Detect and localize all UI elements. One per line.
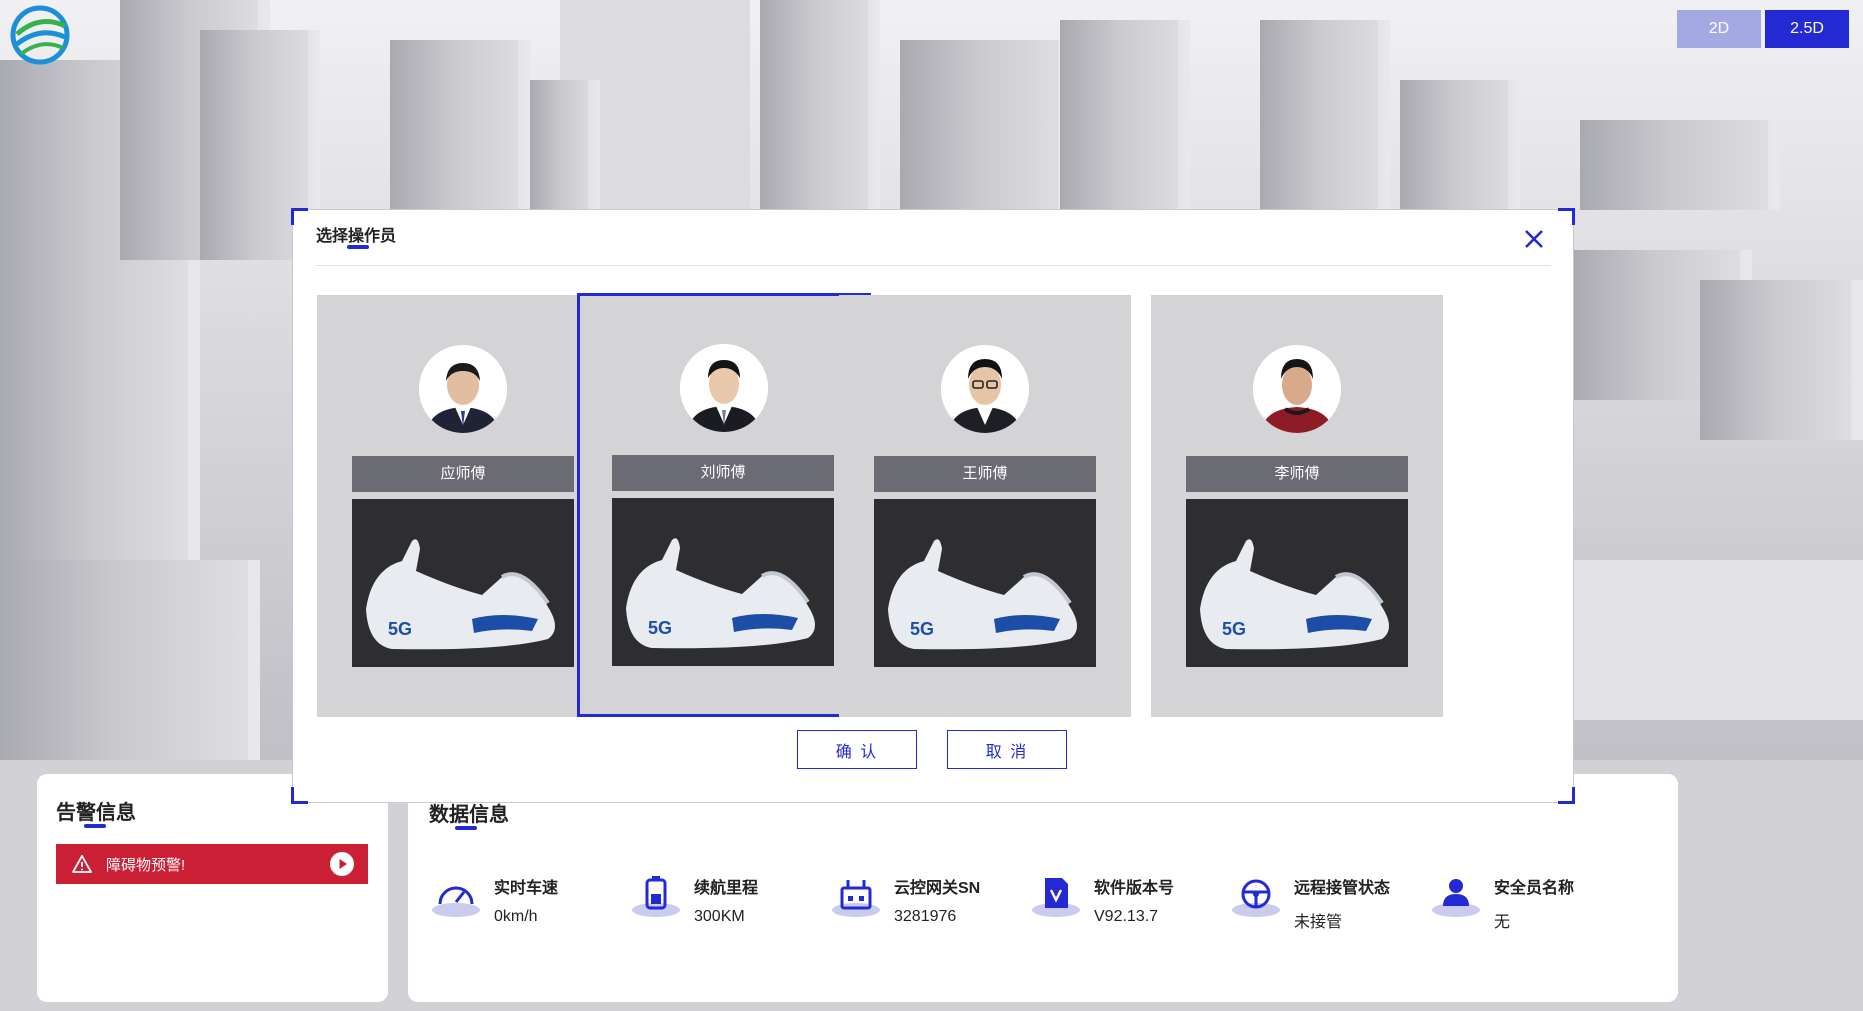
gateway-icon xyxy=(832,880,880,917)
metric-label: 安全员名称 xyxy=(1494,880,1575,897)
close-icon[interactable] xyxy=(1521,226,1547,252)
avatar-portrait-icon xyxy=(680,344,768,432)
metric-value: 未接管 xyxy=(1294,914,1343,931)
speedometer-icon xyxy=(432,886,480,917)
cockpit-seat-icon: 5G xyxy=(612,498,834,666)
title-underline xyxy=(455,826,477,830)
select-operator-dialog: 选择操作员 应师傅 5G 刘师傅 5G 王师傅 5G 李师傅 5G 确 认 取 … xyxy=(291,208,1575,804)
operator-name: 李师傅 xyxy=(1186,456,1408,492)
cockpit-seat-icon: 5G xyxy=(1186,499,1408,667)
metric-label: 远程接管状态 xyxy=(1294,880,1391,897)
metrics-row: 实时车速 0km/h 续航里程 300KM 云控网关SN 3281976 软件版… xyxy=(430,872,1630,932)
metric-value: 300KM xyxy=(694,908,745,925)
metric-label: 实时车速 xyxy=(494,880,559,897)
view-2d-button[interactable]: 2D xyxy=(1677,10,1761,48)
operator-card-selected[interactable]: 刘师傅 5G xyxy=(577,293,871,717)
metric-takeover-status: 远程接管状态 未接管 xyxy=(1230,872,1430,932)
view-toggle: 2D 2.5D xyxy=(1677,10,1849,48)
avatar-portrait-icon xyxy=(419,345,507,433)
metric-gateway: 云控网关SN 3281976 xyxy=(830,872,1030,932)
5g-mark: 5G xyxy=(648,618,672,638)
metric-value: 3281976 xyxy=(894,908,957,925)
cockpit-image: 5G xyxy=(612,498,834,666)
alarm-item-text: 障碍物预警! xyxy=(106,856,186,874)
metric-value: 无 xyxy=(1494,914,1511,931)
metric-value: 0km/h xyxy=(494,908,538,925)
safety-officer-icon xyxy=(1432,879,1480,917)
metric-range: 续航里程 300KM xyxy=(630,872,830,932)
avatar-portrait-icon xyxy=(1253,345,1341,433)
avatar xyxy=(941,345,1029,433)
alarm-panel: 告警信息 障碍物预警! xyxy=(37,774,388,1002)
metric-label: 续航里程 xyxy=(694,880,759,897)
battery-icon xyxy=(632,876,680,917)
operator-card[interactable]: 李师傅 5G xyxy=(1151,295,1443,717)
corner-decoration xyxy=(1558,787,1575,804)
metric-label: 云控网关SN xyxy=(894,880,981,897)
operator-name: 刘师傅 xyxy=(612,455,834,491)
avatar-portrait-icon xyxy=(941,345,1029,433)
metric-safety-officer: 安全员名称 无 xyxy=(1430,872,1630,932)
5g-mark: 5G xyxy=(1222,619,1246,639)
confirm-button[interactable]: 确 认 xyxy=(797,730,917,769)
steering-wheel-icon xyxy=(1232,879,1280,917)
5g-mark: 5G xyxy=(910,619,934,639)
china-mobile-logo xyxy=(10,5,70,65)
metric-value: V92.13.7 xyxy=(1094,908,1159,925)
dialog-title: 选择操作员 xyxy=(316,228,397,245)
alarm-panel-title: 告警信息 xyxy=(56,802,136,824)
corner-decoration xyxy=(291,208,308,225)
avatar xyxy=(1253,345,1341,433)
alarm-item[interactable]: 障碍物预警! xyxy=(56,844,368,884)
5g-mark: 5G xyxy=(388,619,412,639)
title-underline xyxy=(347,245,369,249)
operator-name: 王师傅 xyxy=(874,456,1096,492)
dialog-divider xyxy=(315,265,1551,266)
operator-card[interactable]: 王师傅 5G xyxy=(839,295,1131,717)
metric-label: 软件版本号 xyxy=(1094,880,1175,897)
operator-card[interactable]: 应师傅 5G xyxy=(317,295,609,717)
metric-software-version: 软件版本号 V92.13.7 xyxy=(1030,872,1230,932)
software-version-icon xyxy=(1032,878,1080,917)
warning-icon xyxy=(72,855,92,873)
cockpit-image: 5G xyxy=(874,499,1096,667)
corner-decoration xyxy=(1558,208,1575,225)
operator-name: 应师傅 xyxy=(352,456,574,492)
cockpit-image: 5G xyxy=(1186,499,1408,667)
corner-decoration xyxy=(291,787,308,804)
cockpit-seat-icon: 5G xyxy=(874,499,1096,667)
cancel-button[interactable]: 取 消 xyxy=(947,730,1067,769)
data-info-panel: 数据信息 实时车速 0km/h 续航里程 300KM 云控网关SN 328197… xyxy=(408,774,1678,1002)
cockpit-seat-icon: 5G xyxy=(352,499,574,667)
avatar xyxy=(419,345,507,433)
metric-speed: 实时车速 0km/h xyxy=(430,872,630,932)
play-icon[interactable] xyxy=(330,852,354,876)
title-underline xyxy=(84,824,106,828)
cockpit-image: 5G xyxy=(352,499,574,667)
view-25d-button[interactable]: 2.5D xyxy=(1765,10,1849,48)
avatar xyxy=(680,344,768,432)
